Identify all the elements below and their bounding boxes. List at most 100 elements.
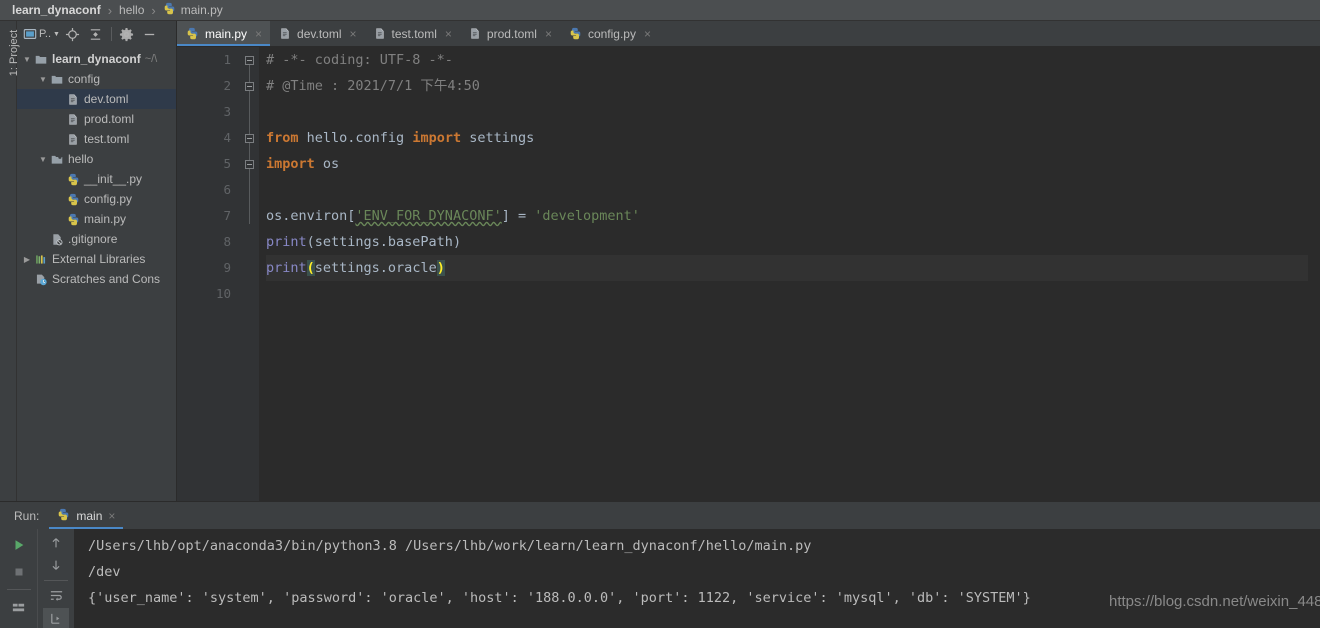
code-line[interactable]: from hello.config import settings [266, 125, 1308, 151]
tree-item-test-toml[interactable]: test.toml [17, 129, 176, 149]
code-line[interactable]: print(settings.oracle) [266, 255, 1308, 281]
project-selector-label: P.. [39, 28, 52, 40]
code-line[interactable]: print(settings.basePath) [266, 229, 1308, 255]
breadcrumb-item-file[interactable]: main.py [159, 2, 227, 18]
chevron-right-icon[interactable]: ▶ [21, 255, 33, 264]
fold-marker[interactable] [245, 160, 254, 169]
tree-item-label: test.toml [84, 132, 130, 146]
tree-item-label: Scratches and Cons [52, 272, 161, 286]
editor-gutter[interactable]: 1 2 3 4 5 6 7 8 9 10 [177, 47, 241, 501]
tree-item--gitignore[interactable]: .gitignore [17, 229, 176, 249]
line-number: 7 [223, 208, 231, 223]
code-line[interactable]: os.environ['ENV_FOR_DYNACONF'] = 'develo… [266, 203, 1308, 229]
tree-item-dev-toml[interactable]: dev.toml [17, 89, 176, 109]
tree-item-prod-toml[interactable]: prod.toml [17, 109, 176, 129]
run-side-col-left [0, 529, 37, 628]
chevron-down-icon: ▼ [53, 30, 60, 38]
editor-tab-test-toml[interactable]: test.toml × [365, 21, 460, 46]
editor-tab-dev-toml[interactable]: dev.toml × [270, 21, 364, 46]
tree-item-hello[interactable]: ▼ hello [17, 149, 176, 169]
editor-scrollbar[interactable] [1308, 47, 1320, 501]
editor-tab-config-py[interactable]: config.py × [560, 21, 659, 46]
toml-file-icon [469, 27, 481, 40]
folder-icon [49, 73, 65, 86]
hide-icon[interactable] [140, 24, 160, 44]
code-line[interactable]: # @Time : 2021/7/1 下午4:50 [266, 73, 1308, 99]
python-file-icon [163, 2, 176, 18]
collapse-all-icon[interactable] [86, 24, 106, 44]
code-line[interactable] [266, 177, 1308, 203]
stop-icon[interactable] [6, 560, 32, 584]
watermark: https://blog.csdn.net/weixin_44836662 [1109, 593, 1320, 610]
tree-item-config-py[interactable]: config.py [17, 189, 176, 209]
fold-marker[interactable] [245, 82, 254, 91]
breadcrumb-label: main.py [180, 3, 223, 17]
editor-fold-column[interactable] [241, 47, 259, 501]
gitignore-file-icon [49, 233, 65, 246]
close-icon[interactable]: × [445, 27, 452, 41]
code-line[interactable]: # -*- coding: UTF-8 -*- [266, 47, 1308, 73]
scroll-down-icon[interactable] [43, 556, 69, 576]
code-line[interactable] [266, 281, 1308, 307]
editor-tab-label: config.py [587, 26, 636, 41]
editor-tab-label: dev.toml [297, 26, 342, 41]
run-tab-bar: Run: main × [0, 502, 1320, 529]
fold-marker[interactable] [245, 56, 254, 65]
tree-item-path-suffix: ~/\ [144, 53, 158, 65]
chevron-down-icon[interactable]: ▼ [21, 55, 33, 64]
locate-icon[interactable] [63, 24, 83, 44]
project-toolbar: P.. ▼ [17, 21, 176, 47]
tree-item-label: prod.toml [84, 112, 135, 126]
project-selector-button[interactable]: P.. ▼ [23, 24, 60, 44]
close-icon[interactable]: × [644, 27, 651, 41]
editor-tab-main-py[interactable]: main.py × [177, 21, 271, 46]
print-icon[interactable] [43, 608, 69, 628]
line-number: 9 [223, 260, 231, 275]
run-side-col-right [37, 529, 74, 628]
toml-file-icon [65, 113, 81, 126]
code-line[interactable]: import os [266, 151, 1308, 177]
editor-tab-bar: main.py × dev.toml × test.toml × prod.toml × con… [177, 21, 1320, 47]
editor-area[interactable]: 1 2 3 4 5 6 7 8 9 10 # -*- coding: UTF-8 -*- # @Ti… [177, 47, 1320, 501]
tree-item-learn-dynaconf[interactable]: ▼ learn_dynaconf ~/\ [17, 49, 176, 69]
line-number: 5 [223, 156, 231, 171]
run-icon[interactable] [6, 533, 32, 557]
scratches-icon [33, 273, 49, 286]
libraries-icon [33, 253, 49, 266]
tree-item-main-py[interactable]: main.py [17, 209, 176, 229]
tree-item-label: config [68, 72, 101, 86]
fold-marker[interactable] [245, 134, 254, 143]
run-side-toolbar [0, 529, 74, 628]
line-number: 3 [223, 104, 231, 119]
project-tree[interactable]: ▼ learn_dynaconf ~/\ ▼ config dev.toml prod.to… [17, 47, 176, 501]
editor-tab-label: prod.toml [486, 26, 537, 41]
close-icon[interactable]: × [108, 509, 115, 523]
breadcrumb-separator: › [107, 2, 113, 18]
code-line[interactable] [266, 99, 1308, 125]
tree-item-config[interactable]: ▼ config [17, 69, 176, 89]
soft-wrap-icon[interactable] [43, 586, 69, 606]
close-icon[interactable]: × [255, 27, 262, 41]
python-run-icon [57, 508, 70, 524]
tree-item-label: learn_dynaconf [52, 52, 141, 66]
console-output[interactable]: /Users/lhb/opt/anaconda3/bin/python3.8 /… [74, 529, 1320, 628]
scroll-up-icon[interactable] [43, 533, 69, 553]
tree-item--init-py[interactable]: __init__.py [17, 169, 176, 189]
editor-tab-prod-toml[interactable]: prod.toml × [460, 21, 560, 46]
close-icon[interactable]: × [545, 27, 552, 41]
breadcrumb-item-folder[interactable]: hello [115, 3, 148, 17]
chevron-down-icon[interactable]: ▼ [37, 75, 49, 84]
tree-item-scratches-and-cons[interactable]: Scratches and Cons [17, 269, 176, 289]
tree-item-external-libraries[interactable]: ▶ External Libraries [17, 249, 176, 269]
tool-window-button-project[interactable]: 1: Project [8, 23, 20, 83]
gear-icon[interactable] [117, 24, 137, 44]
chevron-down-icon[interactable]: ▼ [37, 155, 49, 164]
package-folder-icon [49, 153, 65, 166]
close-icon[interactable]: × [350, 27, 357, 41]
code-content[interactable]: # -*- coding: UTF-8 -*- # @Time : 2021/7/… [259, 47, 1308, 501]
breadcrumb-item-project[interactable]: learn_dynaconf [8, 3, 105, 17]
run-tab-label: main [76, 508, 103, 523]
run-tab-main[interactable]: main × [49, 502, 124, 529]
python-file-icon [569, 27, 582, 40]
layout-icon[interactable] [6, 595, 32, 619]
